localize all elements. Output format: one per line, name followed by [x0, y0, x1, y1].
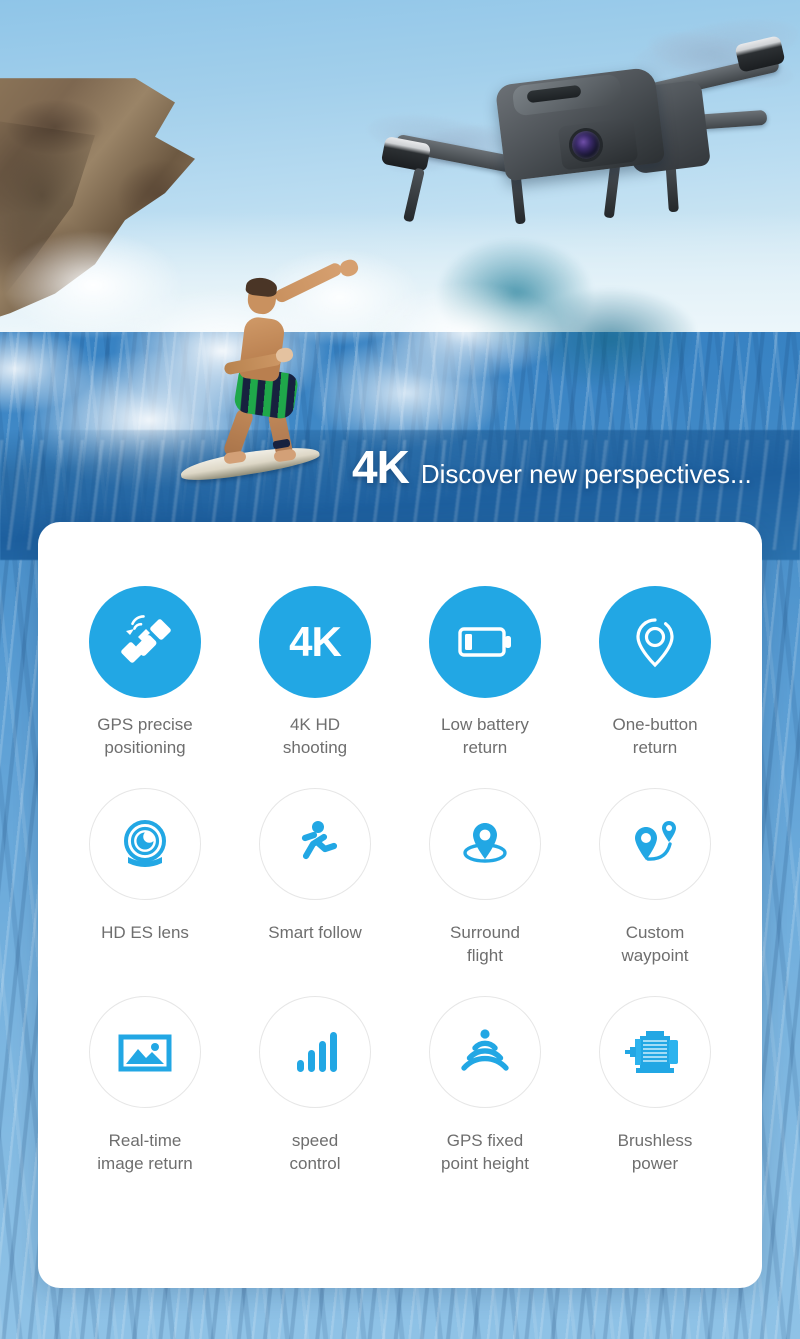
location-pin-icon — [636, 618, 674, 668]
feature-label: One-button return — [612, 715, 698, 757]
drone-landing-leg-3 — [603, 163, 621, 219]
feature-low-battery-return[interactable]: Low battery return — [400, 586, 570, 760]
waypoint-path-icon — [635, 820, 676, 861]
feature-icon-circle — [599, 586, 711, 698]
low-battery-icon — [458, 627, 511, 657]
feature-grid: GPS precise positioning 4K 4K HD shootin… — [38, 522, 762, 1288]
satellite-icon — [121, 615, 171, 663]
product-feature-page: 4K Discover new perspectives... GPS prec… — [0, 0, 800, 1339]
feature-4k-hd-shooting[interactable]: 4K 4K HD shooting — [230, 586, 400, 760]
feature-icon-circle — [429, 787, 541, 900]
surfer-arm-raised — [273, 261, 344, 305]
feature-icon-circle — [89, 787, 201, 900]
feature-surround-flight[interactable]: Surround flight — [400, 787, 570, 968]
hero-tagline: 4K Discover new perspectives... — [352, 444, 752, 490]
feature-label: HD ES lens — [101, 922, 189, 942]
feature-gps-fixed-point-height[interactable]: GPS fixed point height — [400, 995, 570, 1176]
tagline-text: Discover new perspectives... — [420, 459, 752, 489]
electric-motor-icon — [625, 1030, 678, 1073]
feature-row-1: GPS precise positioning 4K 4K HD shootin… — [60, 586, 740, 760]
feature-brushless-power[interactable]: Brushless power — [570, 995, 740, 1176]
drone-landing-leg-1 — [403, 167, 425, 223]
surfer-hair — [245, 276, 278, 298]
camera-lens-icon — [124, 819, 166, 867]
feature-label: GPS precise positioning — [97, 715, 193, 757]
feature-icon-circle — [89, 995, 201, 1108]
feature-icon-circle: 4K — [259, 586, 371, 698]
feature-icon-circle — [89, 586, 201, 698]
feature-row-3: Real-time image return speed control GPS… — [60, 995, 740, 1176]
feature-real-time-image-return[interactable]: Real-time image return — [60, 995, 230, 1176]
feature-icon-circle — [599, 995, 711, 1108]
feature-label: 4K HD shooting — [282, 715, 348, 757]
drone — [364, 6, 800, 248]
wave-crest — [330, 255, 630, 425]
sonar-waves-icon — [461, 1029, 509, 1071]
feature-one-button-return[interactable]: One-button return — [570, 586, 740, 760]
feature-card: GPS precise positioning 4K 4K HD shootin… — [38, 522, 762, 1288]
feature-label: speed control — [289, 1130, 341, 1173]
feature-label: Low battery return — [441, 715, 529, 757]
orbit-pin-icon — [463, 822, 507, 863]
feature-label: Real-time image return — [97, 1130, 193, 1173]
feature-gps-precise-positioning[interactable]: GPS precise positioning — [60, 586, 230, 760]
feature-icon-circle — [259, 787, 371, 900]
surfboard — [179, 441, 321, 485]
feature-speed-control[interactable]: speed control — [230, 995, 400, 1176]
tagline-4k-badge: 4K — [352, 441, 410, 493]
4k-text-icon: 4K — [289, 618, 342, 665]
feature-icon-circle — [259, 995, 371, 1108]
feature-hd-es-lens[interactable]: HD ES lens — [60, 787, 230, 968]
surfer — [179, 240, 370, 500]
feature-icon-circle — [429, 995, 541, 1108]
feature-row-2: HD ES lens Smart follow Surround flight … — [60, 787, 740, 968]
feature-label: Surround flight — [450, 922, 520, 965]
feature-icon-circle — [599, 787, 711, 900]
feature-icon-circle — [429, 586, 541, 698]
feature-label: Smart follow — [268, 922, 362, 942]
feature-label: Custom waypoint — [621, 922, 689, 965]
feature-label: Brushless power — [617, 1130, 693, 1173]
feature-smart-follow[interactable]: Smart follow — [230, 787, 400, 968]
photo-image-icon — [118, 1034, 172, 1072]
feature-custom-waypoint[interactable]: Custom waypoint — [570, 787, 740, 968]
surfer-hand-raised — [337, 257, 361, 279]
feature-label: GPS fixed point height — [441, 1130, 529, 1173]
signal-bars-icon — [297, 1031, 337, 1072]
running-person-icon — [301, 820, 338, 859]
